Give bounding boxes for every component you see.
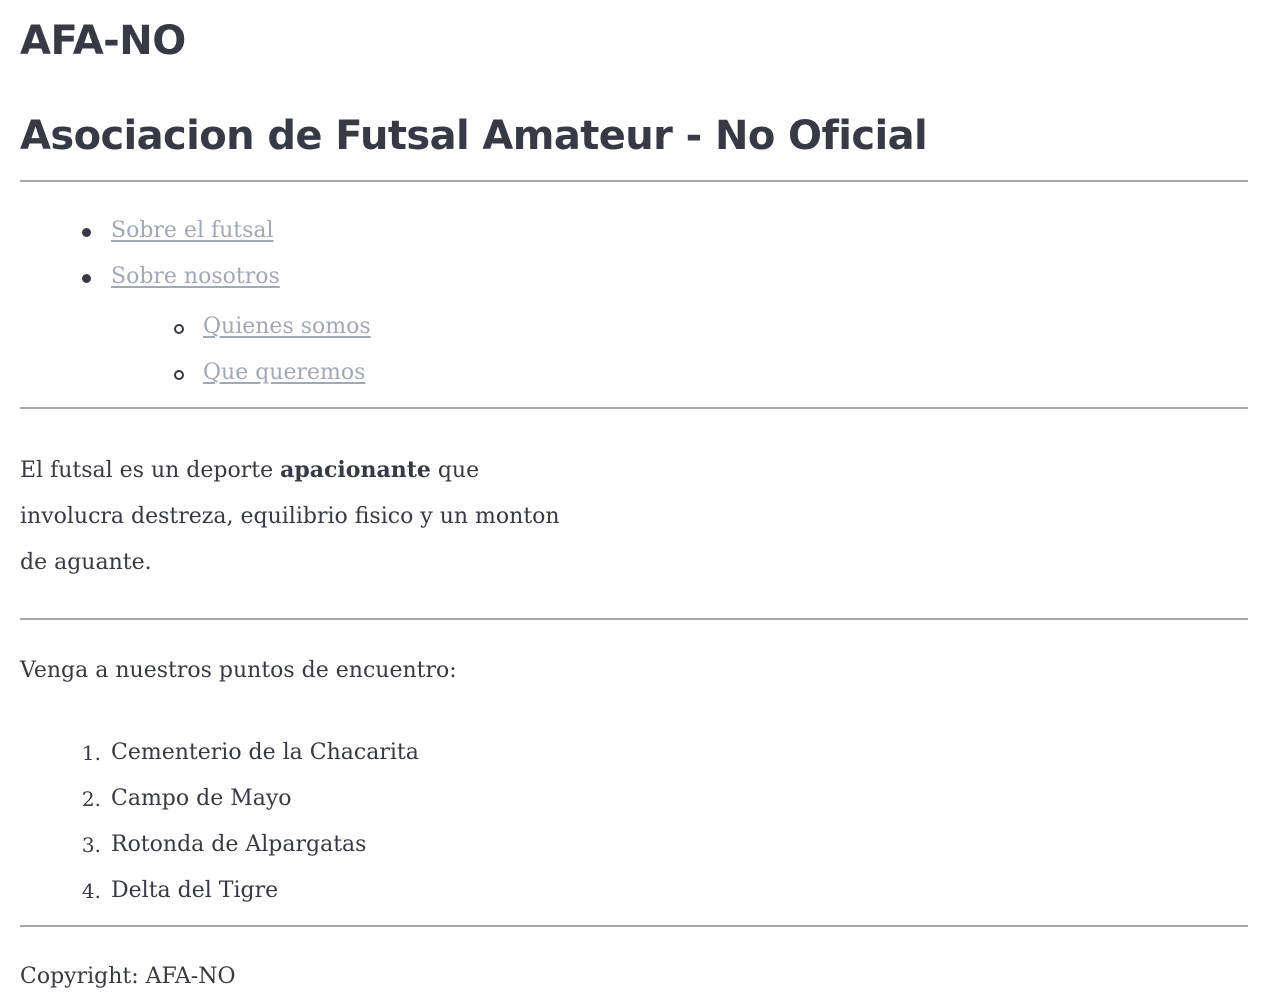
circle-bullet-icon <box>174 324 184 334</box>
nav-subitem-que-queremos: Que queremos <box>174 360 1248 385</box>
meeting-places-list: 1. Cementerio de la Chacarita 2. Campo d… <box>20 740 1248 904</box>
place-label: Campo de Mayo <box>111 786 292 811</box>
intro-paragraph: El futsal es un deporte apacionante que … <box>20 447 580 586</box>
nav-link-quienes-somos[interactable]: Quienes somos <box>203 314 371 339</box>
intro-text-before: El futsal es un deporte <box>20 458 281 483</box>
meeting-section: Venga a nuestros puntos de encuentro: 1.… <box>20 658 1248 904</box>
nav-subitem-quienes-somos: Quienes somos <box>174 314 1248 339</box>
list-number: 1. <box>81 741 101 765</box>
bullet-icon <box>82 228 91 237</box>
copyright-text: Copyright: AFA-NO <box>20 964 236 989</box>
nav-item-sobre-el-futsal: Sobre el futsal <box>82 218 1248 243</box>
place-label: Cementerio de la Chacarita <box>111 740 419 765</box>
list-item: 1. Cementerio de la Chacarita <box>82 740 1248 766</box>
divider <box>20 618 1248 620</box>
nav-link-que-queremos[interactable]: Que queremos <box>203 360 365 385</box>
site-header: AFA-NO Asociacion de Futsal Amateur - No… <box>20 0 1248 158</box>
list-number: 3. <box>81 833 101 857</box>
list-item: 4. Delta del Tigre <box>82 878 1248 904</box>
site-title: Asociacion de Futsal Amateur - No Oficia… <box>20 113 928 159</box>
nav-link-sobre-nosotros[interactable]: Sobre nosotros <box>111 264 280 289</box>
main-nav: Sobre el futsal Sobre nosotros Quienes s… <box>20 219 1248 385</box>
place-label: Delta del Tigre <box>111 878 279 903</box>
list-number: 4. <box>81 879 101 903</box>
meeting-heading: Venga a nuestros puntos de encuentro: <box>20 658 457 683</box>
list-item: 3. Rotonda de Alpargatas <box>82 832 1248 858</box>
circle-bullet-icon <box>174 370 184 380</box>
site-name: AFA-NO <box>20 18 186 64</box>
list-number: 2. <box>81 787 101 811</box>
nav-link-sobre-el-futsal[interactable]: Sobre el futsal <box>111 218 274 243</box>
page: AFA-NO Asociacion de Futsal Amateur - No… <box>0 0 1266 989</box>
nav-sub-list: Quienes somos Que queremos <box>111 315 1248 385</box>
site-footer: Copyright: AFA-NO <box>20 965 1248 989</box>
bullet-icon <box>82 274 91 283</box>
nav-item-sobre-nosotros: Sobre nosotros Quienes somos Que queremo… <box>82 264 1248 385</box>
place-label: Rotonda de Alpargatas <box>111 832 367 857</box>
list-item: 2. Campo de Mayo <box>82 786 1248 812</box>
divider <box>20 407 1248 409</box>
intro-emphasis: apacionante <box>280 457 431 483</box>
divider <box>20 925 1248 927</box>
nav-list: Sobre el futsal Sobre nosotros Quienes s… <box>20 219 1248 385</box>
divider <box>20 180 1248 182</box>
